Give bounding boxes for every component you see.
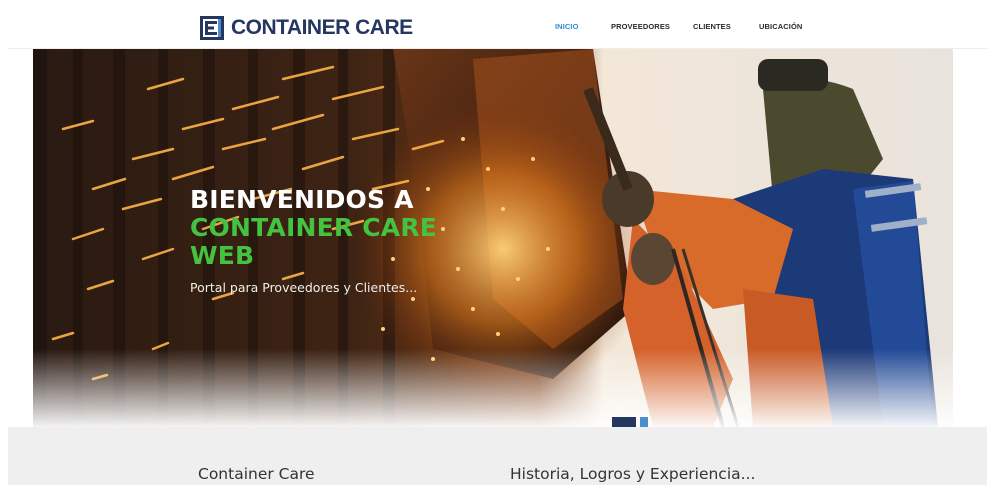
section-heading-historia: Historia, Logros y Experiencia...	[510, 465, 756, 483]
section-heading-container-care: Container Care	[198, 465, 315, 483]
hero-title-line2: CONTAINER CARE	[190, 213, 438, 242]
hero-title-line3: WEB	[190, 241, 255, 270]
hero-banner: BIENVENIDOS A CONTAINER CARE WEB Portal …	[33, 49, 953, 427]
nav-item-inicio[interactable]: INICIO	[555, 22, 579, 31]
hero-title-line1: BIENVENIDOS A	[190, 185, 414, 214]
hero-title: BIENVENIDOS A CONTAINER CARE WEB	[190, 186, 437, 270]
hero-welder-image	[33, 49, 953, 427]
hero-subtitle: Portal para Proveedores y Clientes...	[190, 280, 418, 295]
container-care-logo-icon	[200, 16, 224, 40]
nav-item-ubicacion[interactable]: UBICACIÓN	[759, 22, 802, 31]
brand-logo[interactable]: CONTAINER CARE	[199, 14, 413, 42]
brand-name: CONTAINER CARE	[231, 16, 413, 39]
site-header: CONTAINER CARE INICIO PROVEEDORES CLIENT…	[0, 0, 987, 48]
nav-item-clientes[interactable]: CLIENTES	[693, 22, 731, 31]
nav-item-proveedores[interactable]: PROVEEDORES	[611, 22, 670, 31]
content-section: Container Care Historia, Logros y Experi…	[8, 427, 987, 485]
